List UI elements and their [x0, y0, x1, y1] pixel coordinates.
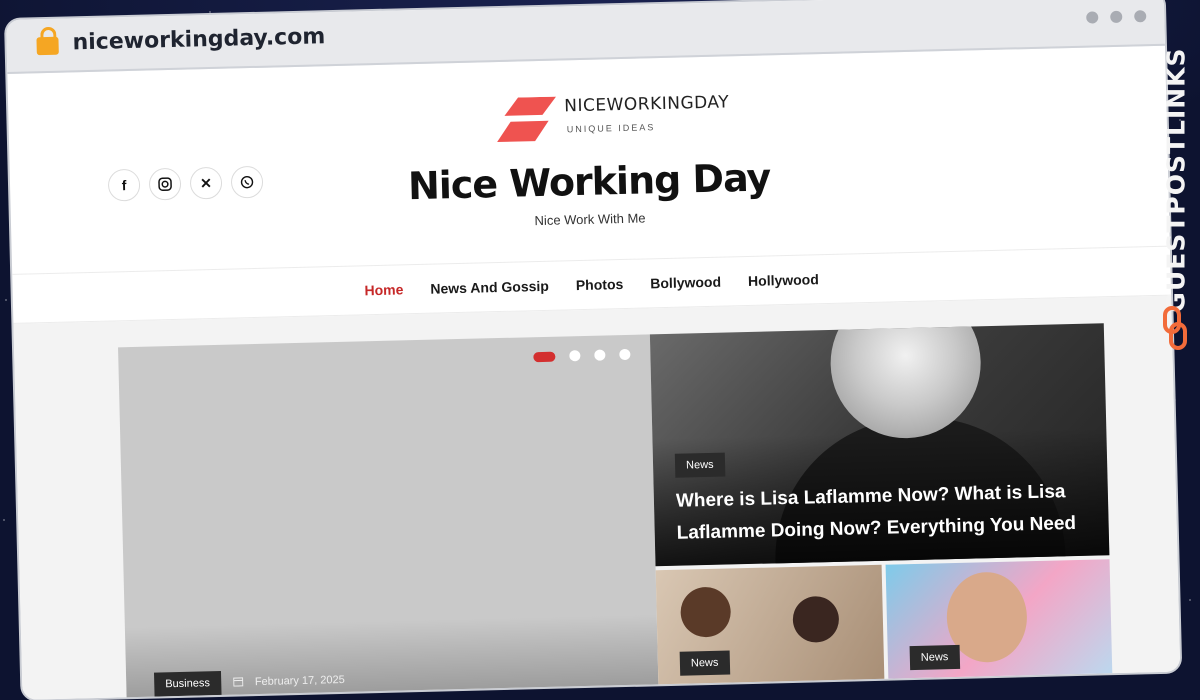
nav-item-bollywood[interactable]: Bollywood — [650, 274, 721, 292]
chain-link-icon — [1162, 306, 1188, 350]
slider-dot[interactable] — [619, 349, 630, 360]
calendar-icon — [233, 673, 243, 691]
post-date: February 17, 2025 — [255, 674, 345, 688]
logo-tagline: UNIQUE IDEAS — [567, 122, 656, 134]
watermark: GUESTPOSTLINKS — [1158, 60, 1194, 360]
site-header: f ✕ NICEWORKINGDAY UNIQUE IDEAS Nice Wor… — [7, 46, 1170, 274]
address-bar[interactable]: niceworkingday.com — [72, 24, 325, 55]
slider-dot[interactable] — [594, 349, 605, 360]
logo-name: NICEWORKINGDAY — [564, 92, 729, 116]
nav-item-hollywood[interactable]: Hollywood — [748, 271, 819, 289]
post-image — [792, 596, 839, 643]
watermark-text: GUESTPOSTLINKS — [1162, 47, 1191, 312]
nav-item-news-and-gossip[interactable]: News And Gossip — [430, 278, 549, 297]
window-dot[interactable] — [1110, 11, 1122, 23]
post-title[interactable]: Where is Lisa Laflamme Now? What is Lisa… — [676, 476, 1097, 550]
post-image — [680, 586, 731, 637]
post-card[interactable]: News — [656, 565, 885, 700]
category-badge[interactable]: News — [680, 651, 730, 676]
logo-mark-icon — [496, 97, 557, 144]
slide-meta: Business February 17, 2025 — [154, 668, 345, 697]
nav-item-photos[interactable]: Photos — [576, 276, 624, 293]
slider-pagination — [533, 349, 630, 362]
featured-post[interactable]: News Where is Lisa Laflamme Now? What is… — [650, 323, 1110, 566]
slider-dot[interactable] — [569, 350, 580, 361]
slider-dot-active[interactable] — [533, 351, 555, 362]
category-badge[interactable]: News — [910, 645, 960, 670]
featured-slider[interactable]: Business February 17, 2025 — [118, 334, 659, 699]
post-card[interactable]: News — [886, 559, 1113, 700]
window-dot[interactable] — [1086, 11, 1098, 23]
lock-icon — [36, 37, 58, 56]
category-badge[interactable]: News — [675, 453, 725, 478]
main-content: Business February 17, 2025 News Where is… — [13, 296, 1180, 700]
nav-item-home[interactable]: Home — [364, 281, 403, 298]
window-controls — [1086, 10, 1146, 23]
browser-window: niceworkingday.com f ✕ NICEWORKINGDAY UN… — [6, 0, 1180, 700]
window-dot[interactable] — [1134, 10, 1146, 22]
category-badge[interactable]: Business — [154, 671, 221, 697]
